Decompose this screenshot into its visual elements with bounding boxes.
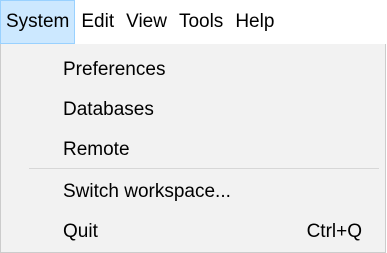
menu-item-label: Quit [63, 221, 98, 242]
menu-item-label: Switch workspace... [63, 181, 231, 202]
menu-item-quit[interactable]: Quit Ctrl+Q [1, 212, 385, 252]
menu-separator [29, 168, 379, 169]
menu-help[interactable]: Help [229, 0, 280, 44]
menu-edit[interactable]: Edit [75, 0, 120, 44]
menu-view[interactable]: View [120, 0, 173, 44]
menu-item-databases[interactable]: Databases [1, 90, 385, 130]
menu-system[interactable]: System [0, 0, 76, 44]
menu-item-label: Remote [63, 139, 130, 160]
menu-bar: System Edit View Tools Help [0, 0, 387, 44]
menu-tools[interactable]: Tools [173, 0, 229, 44]
menu-item-label: Databases [63, 99, 154, 120]
system-dropdown-menu: Preferences Databases Remote Switch work… [0, 44, 386, 253]
menu-item-label: Preferences [63, 59, 166, 80]
menu-item-remote[interactable]: Remote [1, 130, 385, 170]
menu-item-preferences[interactable]: Preferences [1, 50, 385, 90]
menu-item-shortcut: Ctrl+Q [306, 221, 362, 242]
menu-item-switch-workspace[interactable]: Switch workspace... [1, 172, 385, 212]
